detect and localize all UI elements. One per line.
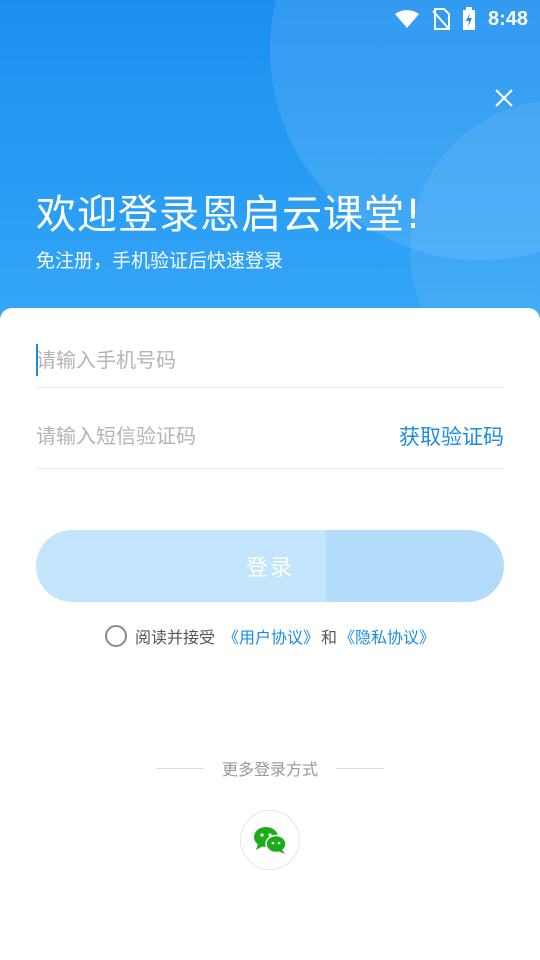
wechat-icon	[254, 827, 287, 854]
header-banner: 8:48 欢迎登录恩启云课堂! 免注册，手机验证后快速登录	[0, 0, 540, 360]
get-code-button[interactable]: 获取验证码	[399, 421, 504, 451]
sms-code-input[interactable]	[36, 415, 399, 456]
privacy-policy-link[interactable]: 《隐私协议》	[339, 624, 435, 648]
wifi-icon	[394, 9, 420, 29]
divider-line	[335, 767, 384, 769]
wechat-login-button[interactable]	[240, 810, 300, 870]
divider-line	[156, 767, 204, 769]
status-bar: 8:48	[0, 0, 540, 38]
welcome-title: 欢迎登录恩启云课堂!	[36, 192, 423, 238]
text-caret	[36, 344, 38, 376]
agreement-prefix: 阅读并接受	[134, 628, 215, 647]
agreement-and: 和	[321, 628, 338, 647]
welcome-subtitle: 免注册，手机验证后快速登录	[36, 250, 284, 272]
code-field-row: 获取验证码	[36, 389, 504, 469]
login-card: 获取验证码 登录 阅读并接受 《用户协议》 和 《隐私协议》 更多登录方式	[0, 308, 540, 960]
close-button[interactable]	[488, 82, 520, 114]
more-login-divider: 更多登录方式	[156, 756, 384, 780]
battery-charging-icon	[462, 7, 476, 31]
status-time: 8:48	[487, 7, 528, 30]
phone-field-row	[36, 308, 504, 388]
user-agreement-link[interactable]: 《用户协议》	[223, 624, 319, 648]
no-sim-icon	[432, 8, 450, 30]
login-button[interactable]: 登录	[36, 530, 504, 602]
agreement-checkbox[interactable]	[104, 625, 127, 647]
agreement-row: 阅读并接受 《用户协议》 和 《隐私协议》	[0, 624, 540, 648]
phone-input[interactable]	[36, 340, 504, 380]
close-icon	[495, 89, 513, 107]
more-login-label: 更多登录方式	[221, 760, 318, 779]
